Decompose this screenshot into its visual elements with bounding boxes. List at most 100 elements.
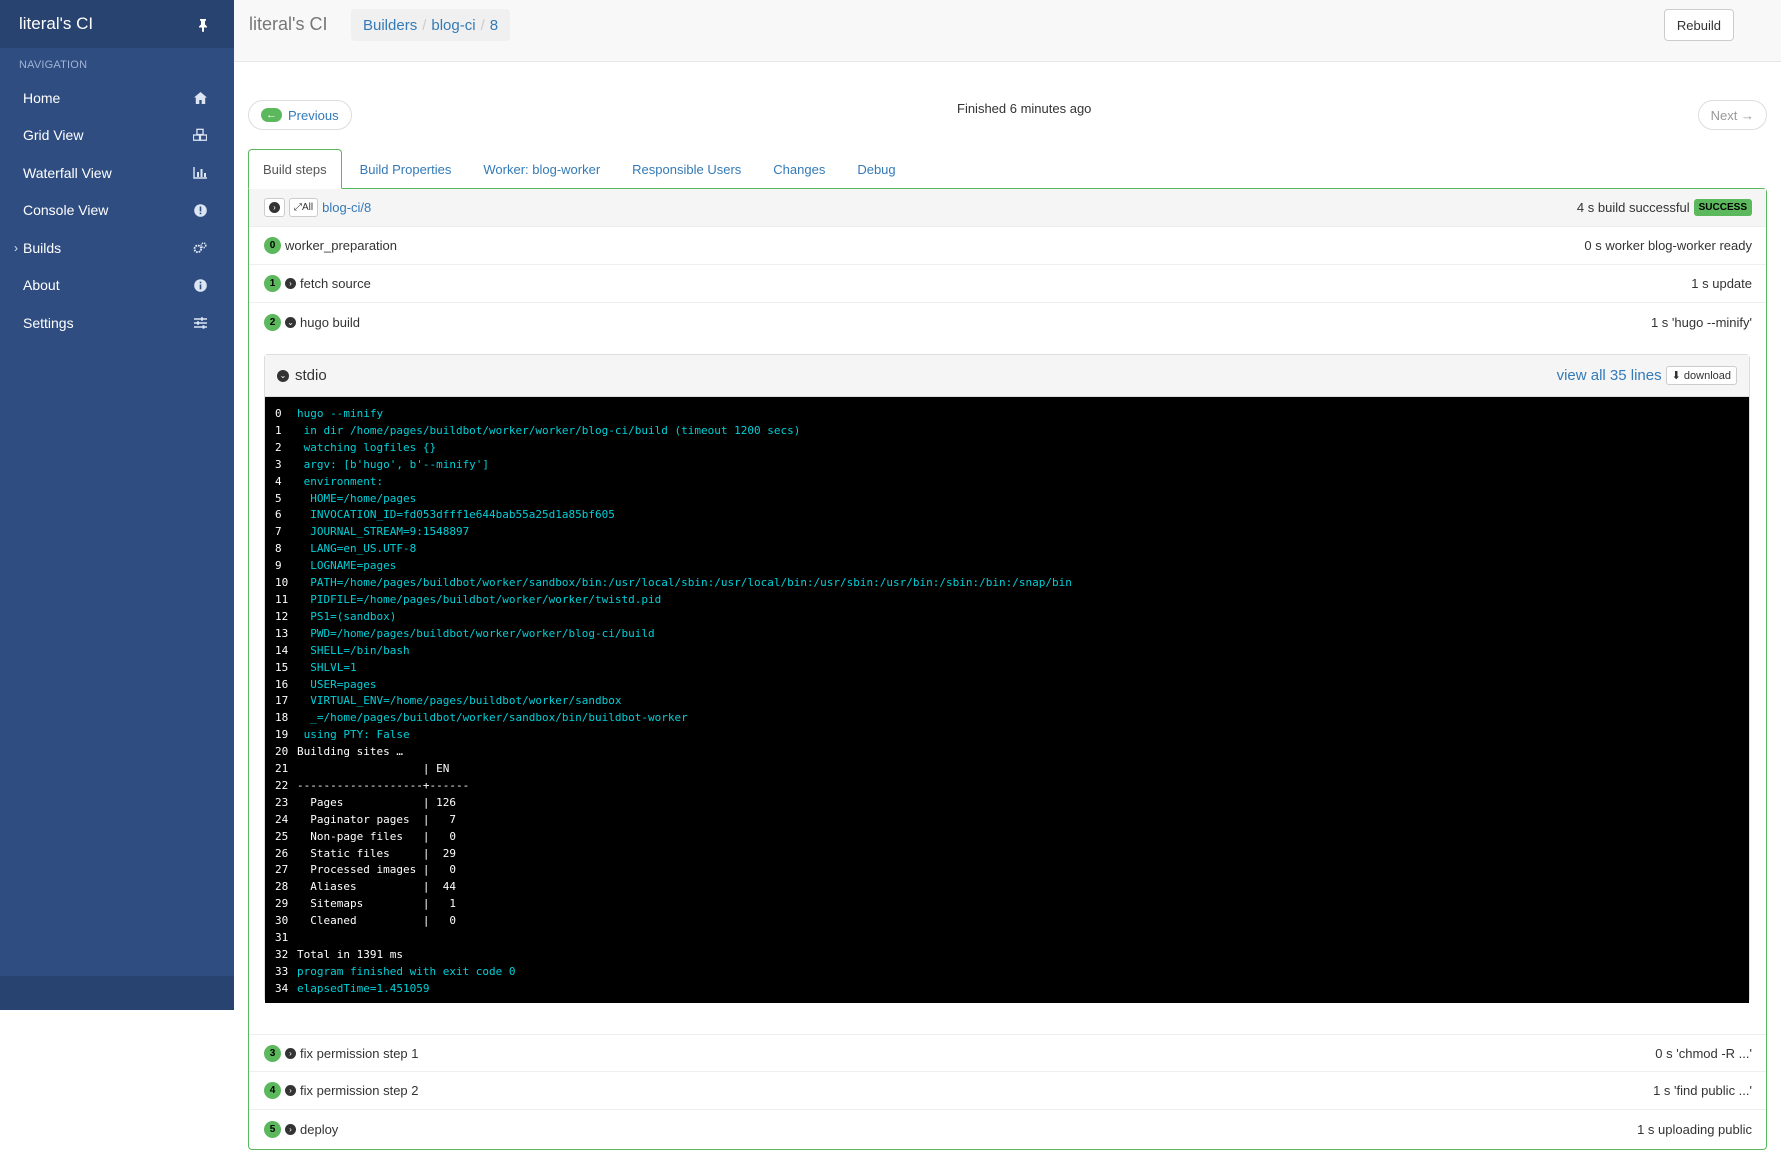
stdio-log-panel: ⌄ stdio view all 35 lines ⬇ download 0 hu… — [264, 354, 1750, 1003]
log-line-number: 8 — [275, 542, 282, 556]
breadcrumb-build[interactable]: 8 — [490, 17, 498, 34]
stdio-header: ⌄ stdio view all 35 lines ⬇ download — [265, 355, 1749, 397]
log-line-number: 11 — [275, 592, 289, 606]
tab-bar: Build steps Build Properties Worker: blo… — [248, 149, 1767, 189]
previous-button[interactable]: ← Previous — [248, 100, 352, 130]
breadcrumb-builders[interactable]: Builders — [363, 17, 417, 34]
tab-build-steps[interactable]: Build steps — [248, 149, 342, 189]
tab-build-properties[interactable]: Build Properties — [346, 149, 466, 189]
log-line: 0 hugo --minify — [275, 406, 1739, 423]
sidebar-footer — [0, 976, 234, 1010]
pin-icon[interactable] — [196, 17, 210, 32]
step-row[interactable]: 3 › fix permission step 1 0 s 'chmod -R ..… — [249, 1034, 1766, 1072]
step-row[interactable]: 2 ⌄ hugo build 1 s 'hugo --minify' — [249, 303, 1766, 341]
step-summary: 0 s 'chmod -R ...' — [1655, 1045, 1752, 1061]
log-line-text: hugo --minify — [297, 407, 384, 420]
log-line-text: program finished with exit code 0 — [297, 964, 516, 978]
tab-changes[interactable]: Changes — [759, 149, 839, 189]
step-number-badge: 1 — [264, 275, 281, 292]
sidebar-item-label: Waterfall View — [23, 164, 112, 181]
view-all-lines-link[interactable]: view all 35 lines — [1557, 367, 1662, 384]
sidebar-item-about[interactable]: About — [0, 267, 234, 305]
expand-toggle-button[interactable]: › — [264, 198, 285, 217]
log-line-text: in dir /home/pages/buildbot/worker/worke… — [297, 423, 801, 437]
log-line-number: 3 — [275, 457, 282, 471]
sidebar-item-console-view[interactable]: Console View — [0, 192, 234, 230]
log-line-text: VIRTUAL_ENV=/home/pages/buildbot/worker/… — [297, 694, 622, 708]
log-line-number: 12 — [275, 609, 289, 623]
step-row[interactable]: 1 › fetch source 1 s update — [249, 265, 1766, 303]
build-steps-panel: › ⤢ All blog-ci/8 4 s build successful SU… — [248, 188, 1767, 1150]
log-line-number: 5 — [275, 491, 282, 505]
log-line: 18 _=/home/pages/buildbot/worker/sandbox… — [275, 710, 1739, 727]
breadcrumb-builder[interactable]: blog-ci — [431, 17, 475, 34]
tab-worker[interactable]: Worker: blog-worker — [469, 149, 614, 189]
sidebar-item-grid-view[interactable]: Grid View — [0, 117, 234, 155]
tab-responsible-users[interactable]: Responsible Users — [618, 149, 755, 189]
step-row[interactable]: 0 worker_preparation 0 s worker blog-work… — [249, 227, 1766, 265]
rebuild-button[interactable]: Rebuild — [1663, 9, 1734, 41]
log-line-text: Paginator pages | 7 — [297, 812, 456, 826]
log-line: 7 JOURNAL_STREAM=9:1548897 — [275, 524, 1739, 541]
next-button[interactable]: Next → — [1697, 100, 1767, 130]
expand-all-button[interactable]: ⤢ All — [289, 198, 319, 217]
log-line: 19 using PTY: False — [275, 727, 1739, 744]
log-line: 8 LANG=en_US.UTF-8 — [275, 541, 1739, 558]
log-line: 28 Aliases | 44 — [275, 879, 1739, 896]
chevron-right-icon: › — [14, 240, 18, 255]
download-button[interactable]: ⬇ download — [1665, 366, 1737, 385]
sidebar-item-waterfall-view[interactable]: Waterfall View — [0, 154, 234, 192]
chevron-right-icon: › — [285, 1047, 296, 1059]
sliders-icon — [193, 316, 207, 330]
tab-debug[interactable]: Debug — [843, 149, 909, 189]
log-line: 23 Pages | 126 — [275, 795, 1739, 812]
step-summary: 1 s update — [1691, 276, 1752, 291]
previous-label: Previous — [288, 107, 339, 123]
expand-icon: ⤢ — [294, 202, 302, 213]
sidebar-item-label: Settings — [23, 314, 74, 331]
log-line-text: SHLVL=1 — [297, 660, 357, 674]
log-line: 10 PATH=/home/pages/buildbot/worker/sand… — [275, 575, 1739, 592]
info-circle-icon — [193, 278, 207, 292]
log-line-number: 28 — [275, 880, 289, 894]
step-summary: 1 s 'find public ...' — [1653, 1083, 1752, 1098]
log-line: 16 USER=pages — [275, 677, 1739, 694]
expand-all-label: All — [302, 202, 314, 213]
log-line-text: | EN — [297, 762, 450, 776]
log-line: 24 Paginator pages | 7 — [275, 812, 1739, 829]
log-line: 14 SHELL=/bin/bash — [275, 643, 1739, 660]
log-line-number: 17 — [275, 694, 289, 708]
build-link[interactable]: blog-ci/8 — [322, 200, 371, 215]
sidebar-item-builds[interactable]: › Builds — [0, 229, 234, 267]
log-line: 12 PS1=(sandbox) — [275, 609, 1739, 626]
sidebar-item-label: Grid View — [23, 127, 84, 144]
log-line-number: 18 — [275, 711, 289, 725]
log-line-text: _=/home/pages/buildbot/worker/sandbox/bi… — [297, 711, 688, 725]
log-line: 22 -------------------+------ — [275, 778, 1739, 795]
sidebar: literal's CI NAVIGATION Home Grid View W… — [0, 0, 234, 1010]
log-line: 11 PIDFILE=/home/pages/buildbot/worker/w… — [275, 592, 1739, 609]
log-line-text: Cleaned | 0 — [297, 914, 456, 928]
download-label: download — [1683, 370, 1731, 382]
step-row[interactable]: 4 › fix permission step 2 1 s 'find public… — [249, 1072, 1766, 1110]
build-summary: 4 s build successful — [1576, 200, 1690, 215]
log-line: 1 in dir /home/pages/buildbot/worker/wor… — [275, 423, 1739, 440]
log-line: 9 LOGNAME=pages — [275, 558, 1739, 575]
log-line: 5 HOME=/home/pages — [275, 491, 1739, 508]
sidebar-item-settings[interactable]: Settings — [0, 304, 234, 342]
log-line-number: 21 — [275, 762, 289, 776]
log-line-number: 33 — [275, 964, 289, 978]
sidebar-item-home[interactable]: Home — [0, 79, 234, 117]
log-line-number: 30 — [275, 914, 289, 928]
log-line: 34 elapsedTime=1.451059 — [275, 981, 1739, 998]
log-line-number: 19 — [275, 728, 289, 742]
cubes-icon — [193, 128, 207, 142]
chevron-down-icon[interactable]: ⌄ — [277, 369, 289, 382]
step-row[interactable]: 5 › deploy 1 s uploading public — [249, 1110, 1766, 1148]
log-line: 32 Total in 1391 ms — [275, 947, 1739, 964]
step-summary: 1 s uploading public — [1637, 1121, 1752, 1137]
sidebar-item-label: Console View — [23, 202, 109, 219]
log-line: 25 Non-page files | 0 — [275, 829, 1739, 846]
log-line-number: 0 — [275, 407, 282, 420]
stdio-title: stdio — [295, 367, 327, 384]
